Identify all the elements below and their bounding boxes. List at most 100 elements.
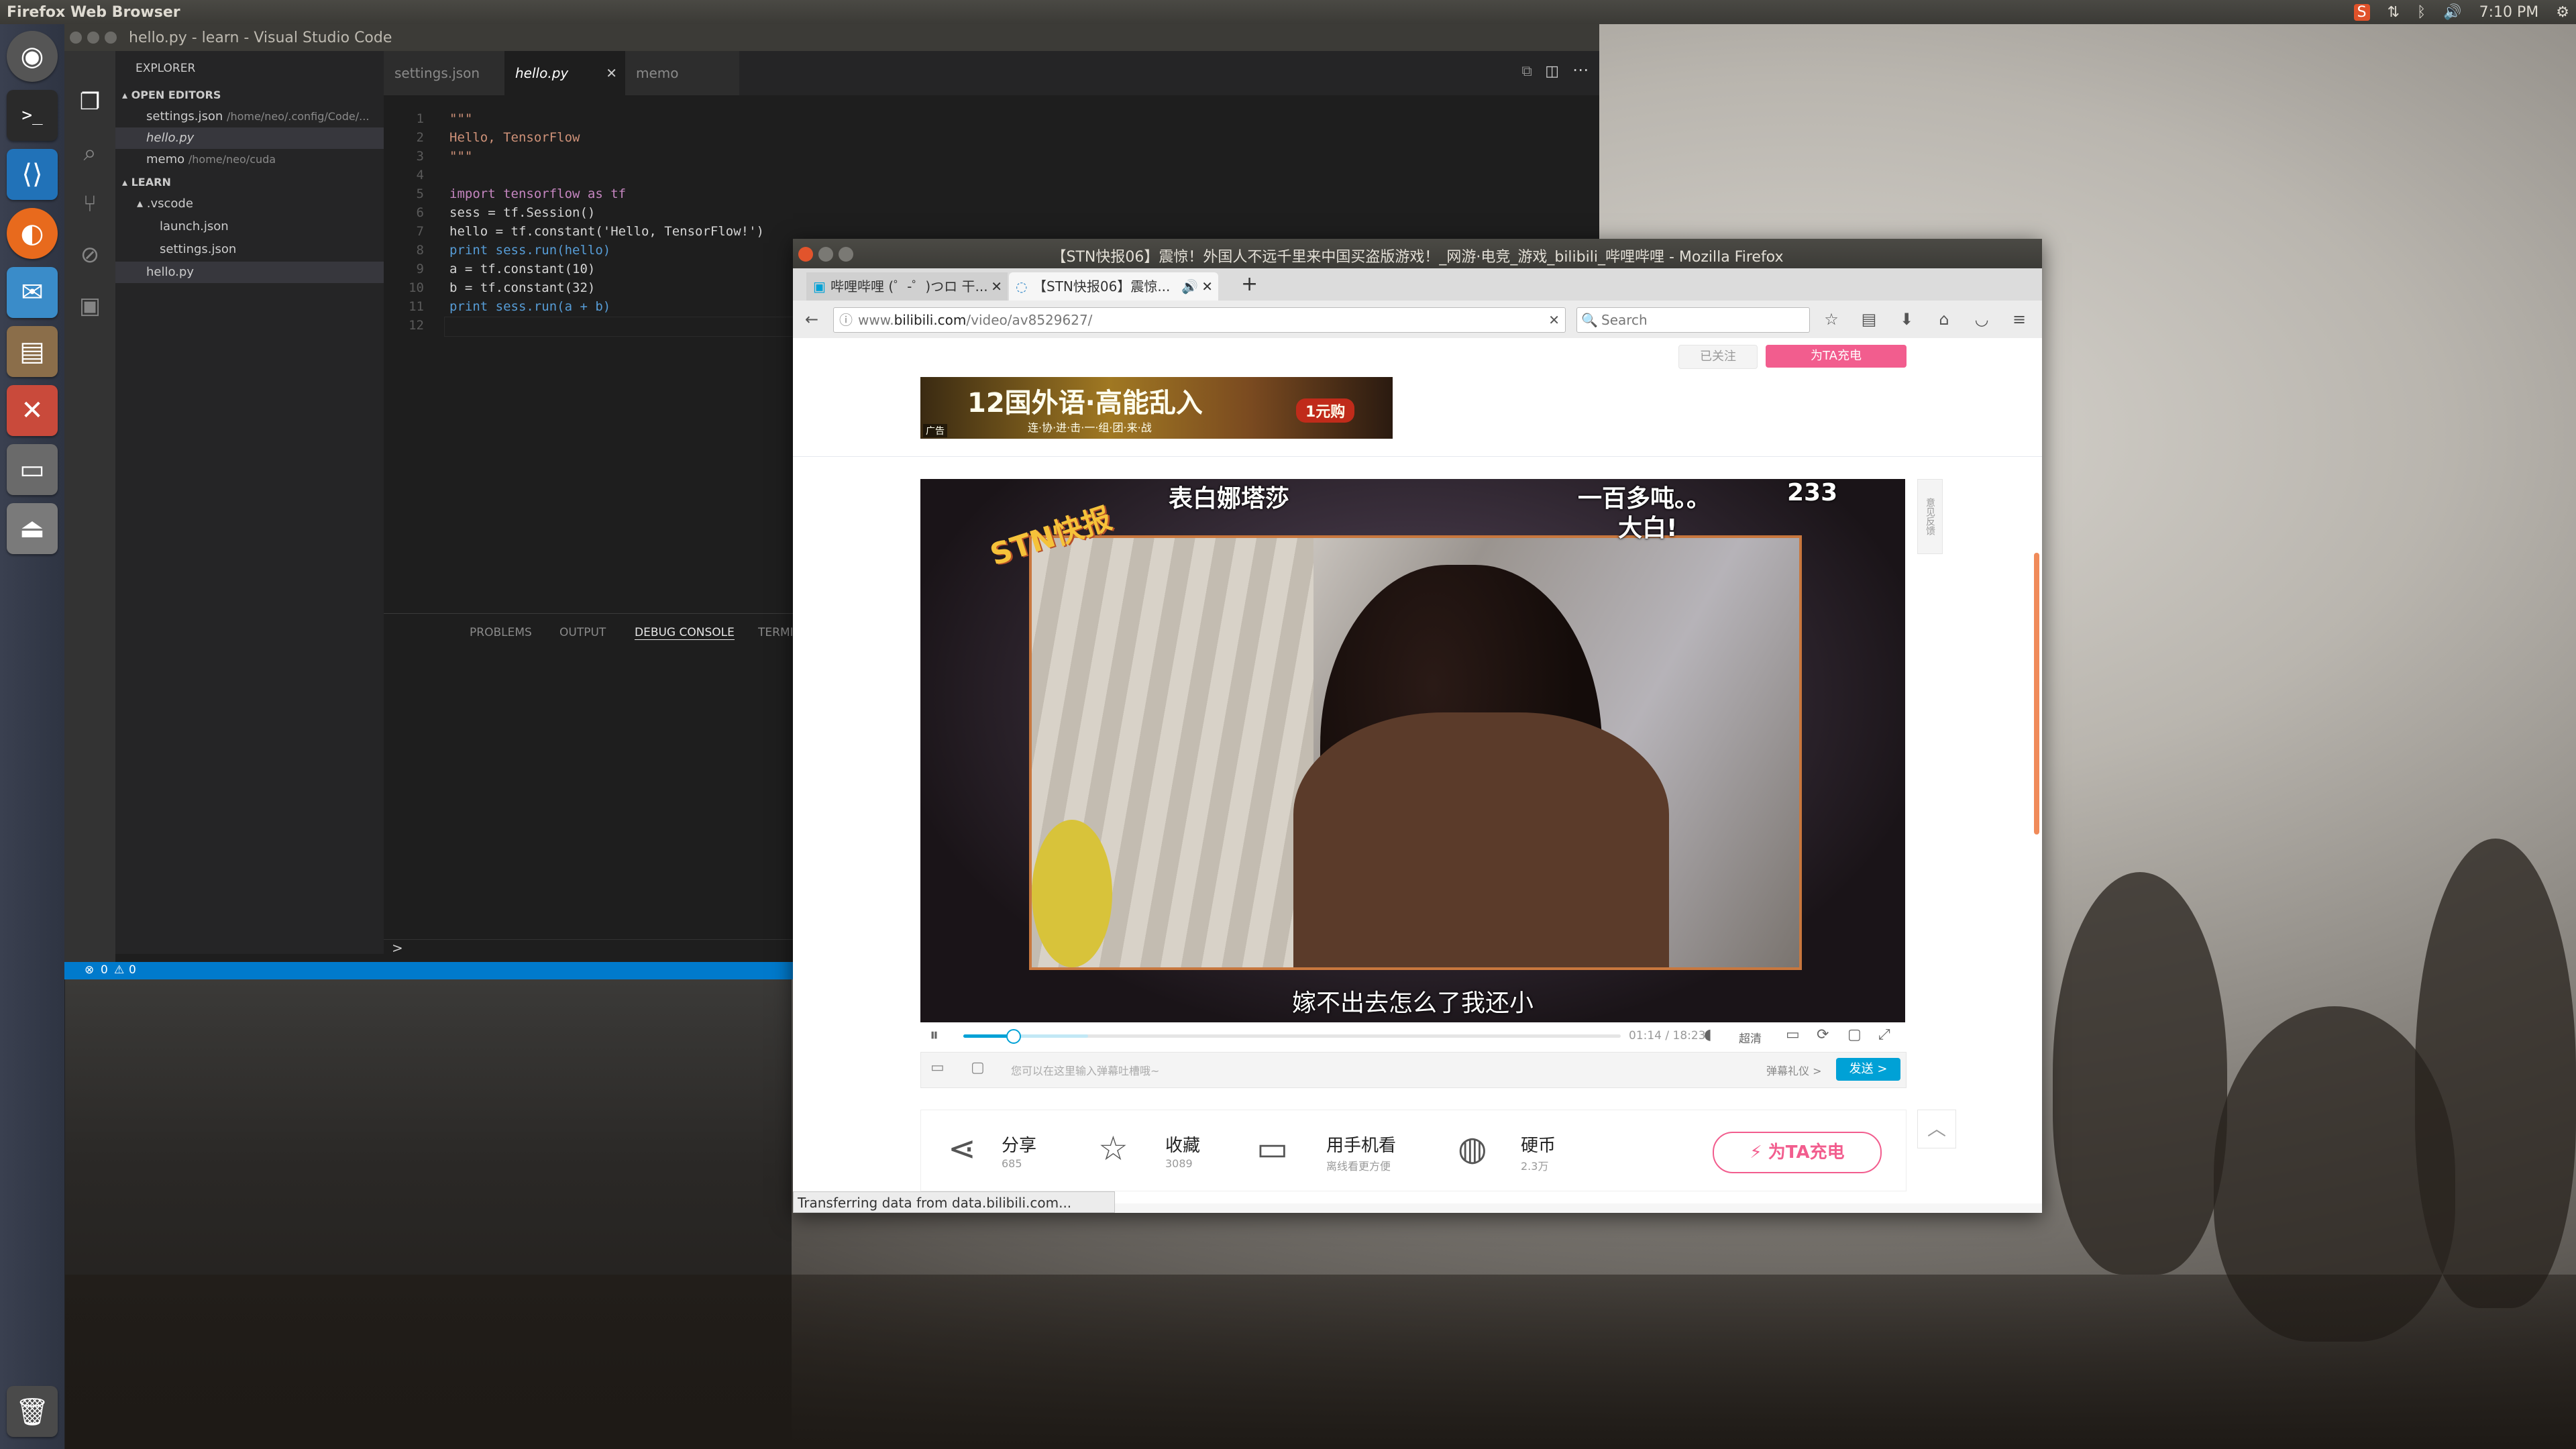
volume-icon[interactable]: ◖	[1704, 1026, 1712, 1043]
settings-gear-icon[interactable]: ⚙	[2556, 4, 2569, 21]
minimize-window-button[interactable]	[87, 32, 99, 44]
new-tab-button[interactable]: +	[1241, 272, 1258, 296]
vscode-titlebar: hello.py - learn - Visual Studio Code	[64, 24, 1599, 51]
open-editor-item[interactable]: settings.json /home/neo/.config/Code/...	[146, 106, 415, 127]
explorer-files-icon[interactable]: ❐	[74, 86, 106, 118]
open-editors-header[interactable]: ▴ OPEN EDITORS	[122, 85, 390, 106]
close-window-button[interactable]	[70, 32, 82, 44]
browser-tab-video[interactable]: ◌ 【STN快报06】震惊... 🔊 ✕	[1009, 272, 1218, 301]
charge-button-top[interactable]: 为TA充电	[1766, 345, 1907, 368]
fullscreen-icon[interactable]: ⤢	[1878, 1026, 1890, 1043]
line-number: 9	[416, 262, 424, 276]
bookmark-star-icon[interactable]: ☆	[1819, 307, 1843, 331]
split-editor-icon[interactable]: ◫	[1545, 63, 1559, 80]
danmaku-input[interactable]: 您可以在这里输入弹幕吐槽哦~	[1011, 1062, 1159, 1078]
firefox-icon[interactable]: ◐	[7, 208, 58, 259]
progress-handle[interactable]	[1006, 1029, 1022, 1044]
widescreen-icon[interactable]: ▢	[1847, 1026, 1862, 1043]
debug-icon[interactable]: ⊘	[74, 239, 106, 271]
search-bar[interactable]: 🔍 Search	[1576, 307, 1810, 333]
coin-action[interactable]: ◍ 硬币 2.3万	[1458, 1126, 1592, 1180]
coin-count: 2.3万	[1521, 1160, 1549, 1173]
maximize-window-button[interactable]	[105, 32, 117, 44]
errors-count[interactable]: 0	[101, 963, 108, 977]
page-scrollbar[interactable]	[2034, 553, 2039, 835]
quality-selector[interactable]: 超清	[1739, 1029, 1762, 1046]
dash-home-icon[interactable]: ◉	[7, 31, 58, 82]
favorite-action[interactable]: ☆ 收藏 3089	[1098, 1126, 1246, 1180]
reading-list-icon[interactable]: ▤	[1857, 307, 1881, 331]
volume-icon[interactable]: 🔊	[2443, 4, 2461, 21]
downloads-icon[interactable]: ⬇	[1894, 307, 1919, 331]
line-number: 5	[416, 186, 424, 201]
thunderbird-icon[interactable]: ✉	[7, 267, 58, 318]
line-number: 6	[416, 205, 424, 220]
back-icon[interactable]: ←	[800, 307, 824, 331]
danmaku-etiquette-link[interactable]: 弹幕礼仪 >	[1766, 1062, 1822, 1078]
clock[interactable]: 7:10 PM	[2479, 4, 2539, 21]
close-tab-icon[interactable]: ✕	[991, 272, 1002, 301]
learn-folder-header[interactable]: ▴ LEARN	[122, 172, 390, 193]
search-icon[interactable]: ⌕	[74, 137, 106, 169]
file-hello-py[interactable]: hello.py	[115, 262, 384, 283]
mobile-view-action[interactable]: ▭ 用手机看 离线看更方便	[1256, 1126, 1431, 1180]
site-info-icon[interactable]: ⓘ	[839, 308, 853, 332]
home-icon[interactable]: ⌂	[1932, 307, 1956, 331]
danmaku-list-icon[interactable]: ▭	[930, 1059, 945, 1076]
stop-loading-icon[interactable]: ✕	[1548, 308, 1560, 332]
tab-memo[interactable]: memo	[625, 51, 739, 95]
vscode-icon[interactable]: ⟨⟩	[7, 149, 58, 200]
tab-settings-json[interactable]: settings.json	[384, 51, 504, 95]
loop-icon[interactable]: ⟳	[1817, 1026, 1829, 1043]
tab-problems[interactable]: PROBLEMS	[470, 626, 532, 639]
browser-tab-bilibili-home[interactable]: ▣ 哔哩哔哩 (゜-゜)つロ 干... ✕	[806, 272, 1008, 301]
followed-button[interactable]: 已关注	[1678, 345, 1758, 369]
extensions-icon[interactable]: ▣	[74, 290, 106, 322]
send-danmaku-button[interactable]: 发送 >	[1836, 1058, 1900, 1081]
system-tray: S ⇅ ᛒ 🔊 7:10 PM ⚙	[2353, 0, 2569, 24]
errors-icon[interactable]: ⊗	[85, 963, 94, 977]
usb-drive-icon[interactable]: ⏏	[7, 503, 58, 554]
trash-icon[interactable]: 🗑	[7, 1386, 58, 1437]
tab-debug-console[interactable]: DEBUG CONSOLE	[635, 626, 735, 640]
code-line: print sess.run(a + b)	[449, 299, 611, 314]
disk-icon[interactable]: ▭	[7, 444, 58, 495]
video-player[interactable]: STN快报 表白娜塔莎 一百多吨。。 233 大白! 嫁不出去怎么了我还小	[920, 479, 1905, 1022]
system-settings-icon[interactable]: ✕	[7, 385, 58, 436]
bluetooth-icon[interactable]: ᛒ	[2417, 4, 2426, 21]
danmaku-toggle-icon[interactable]: ▭	[1786, 1026, 1800, 1043]
back-to-top-button[interactable]: ︿	[1917, 1110, 1956, 1148]
ad-badge: 广告	[923, 424, 947, 437]
danmaku-style-icon[interactable]: ▢	[971, 1059, 985, 1076]
tab-hello-py[interactable]: hello.py ✕	[504, 51, 625, 95]
source-control-icon[interactable]: ⑂	[74, 188, 106, 220]
ad-banner[interactable]: 12国外语·高能乱入 连·协·进·击·一·组·团·来·战 1元购 广告	[920, 377, 1393, 439]
more-actions-icon[interactable]: ⋯	[1572, 60, 1589, 79]
close-tab-icon[interactable]: ✕	[1201, 272, 1213, 301]
share-action[interactable]: ⋖ 分享 685	[948, 1126, 1082, 1180]
pocket-icon[interactable]: ◡	[1970, 307, 1994, 331]
feedback-button[interactable]: 意见反馈	[1917, 479, 1943, 554]
terminal-icon[interactable]: >_	[7, 90, 58, 141]
files-icon[interactable]: ▤	[7, 326, 58, 377]
input-method-icon[interactable]: S	[2353, 3, 2370, 21]
video-actions: ⋖ 分享 685 ☆ 收藏 3089 ▭ 用手机看 离线看更方便 ◍ 硬币 2.…	[920, 1110, 1907, 1191]
open-editor-item[interactable]: memo /home/neo/cuda	[146, 149, 415, 170]
tab-output[interactable]: OUTPUT	[559, 626, 606, 639]
url-bar[interactable]: ⓘ www.bilibili.com/video/av8529627/ ✕	[833, 307, 1566, 333]
audio-playing-icon[interactable]: 🔊	[1181, 272, 1198, 301]
close-tab-icon[interactable]: ✕	[606, 51, 617, 95]
tv-icon: ▭	[1256, 1129, 1289, 1168]
network-icon[interactable]: ⇅	[2387, 4, 2400, 21]
charge-button[interactable]: ⚡ 为TA充电	[1713, 1132, 1882, 1173]
warnings-icon[interactable]: ⚠	[114, 963, 124, 977]
mobile-view-sub: 离线看更方便	[1326, 1160, 1391, 1173]
warnings-count[interactable]: 0	[129, 963, 136, 977]
pause-icon[interactable]: ⏸	[930, 1025, 938, 1046]
open-editor-item-active[interactable]: hello.py	[115, 127, 384, 149]
search-engine-icon[interactable]: 🔍	[1581, 308, 1598, 332]
open-changes-icon[interactable]: ⧉	[1521, 63, 1532, 80]
menu-hamburger-icon[interactable]: ≡	[2007, 307, 2031, 331]
progress-track[interactable]	[963, 1029, 1621, 1044]
folder-vscode[interactable]: ▴ .vscode	[137, 193, 405, 215]
